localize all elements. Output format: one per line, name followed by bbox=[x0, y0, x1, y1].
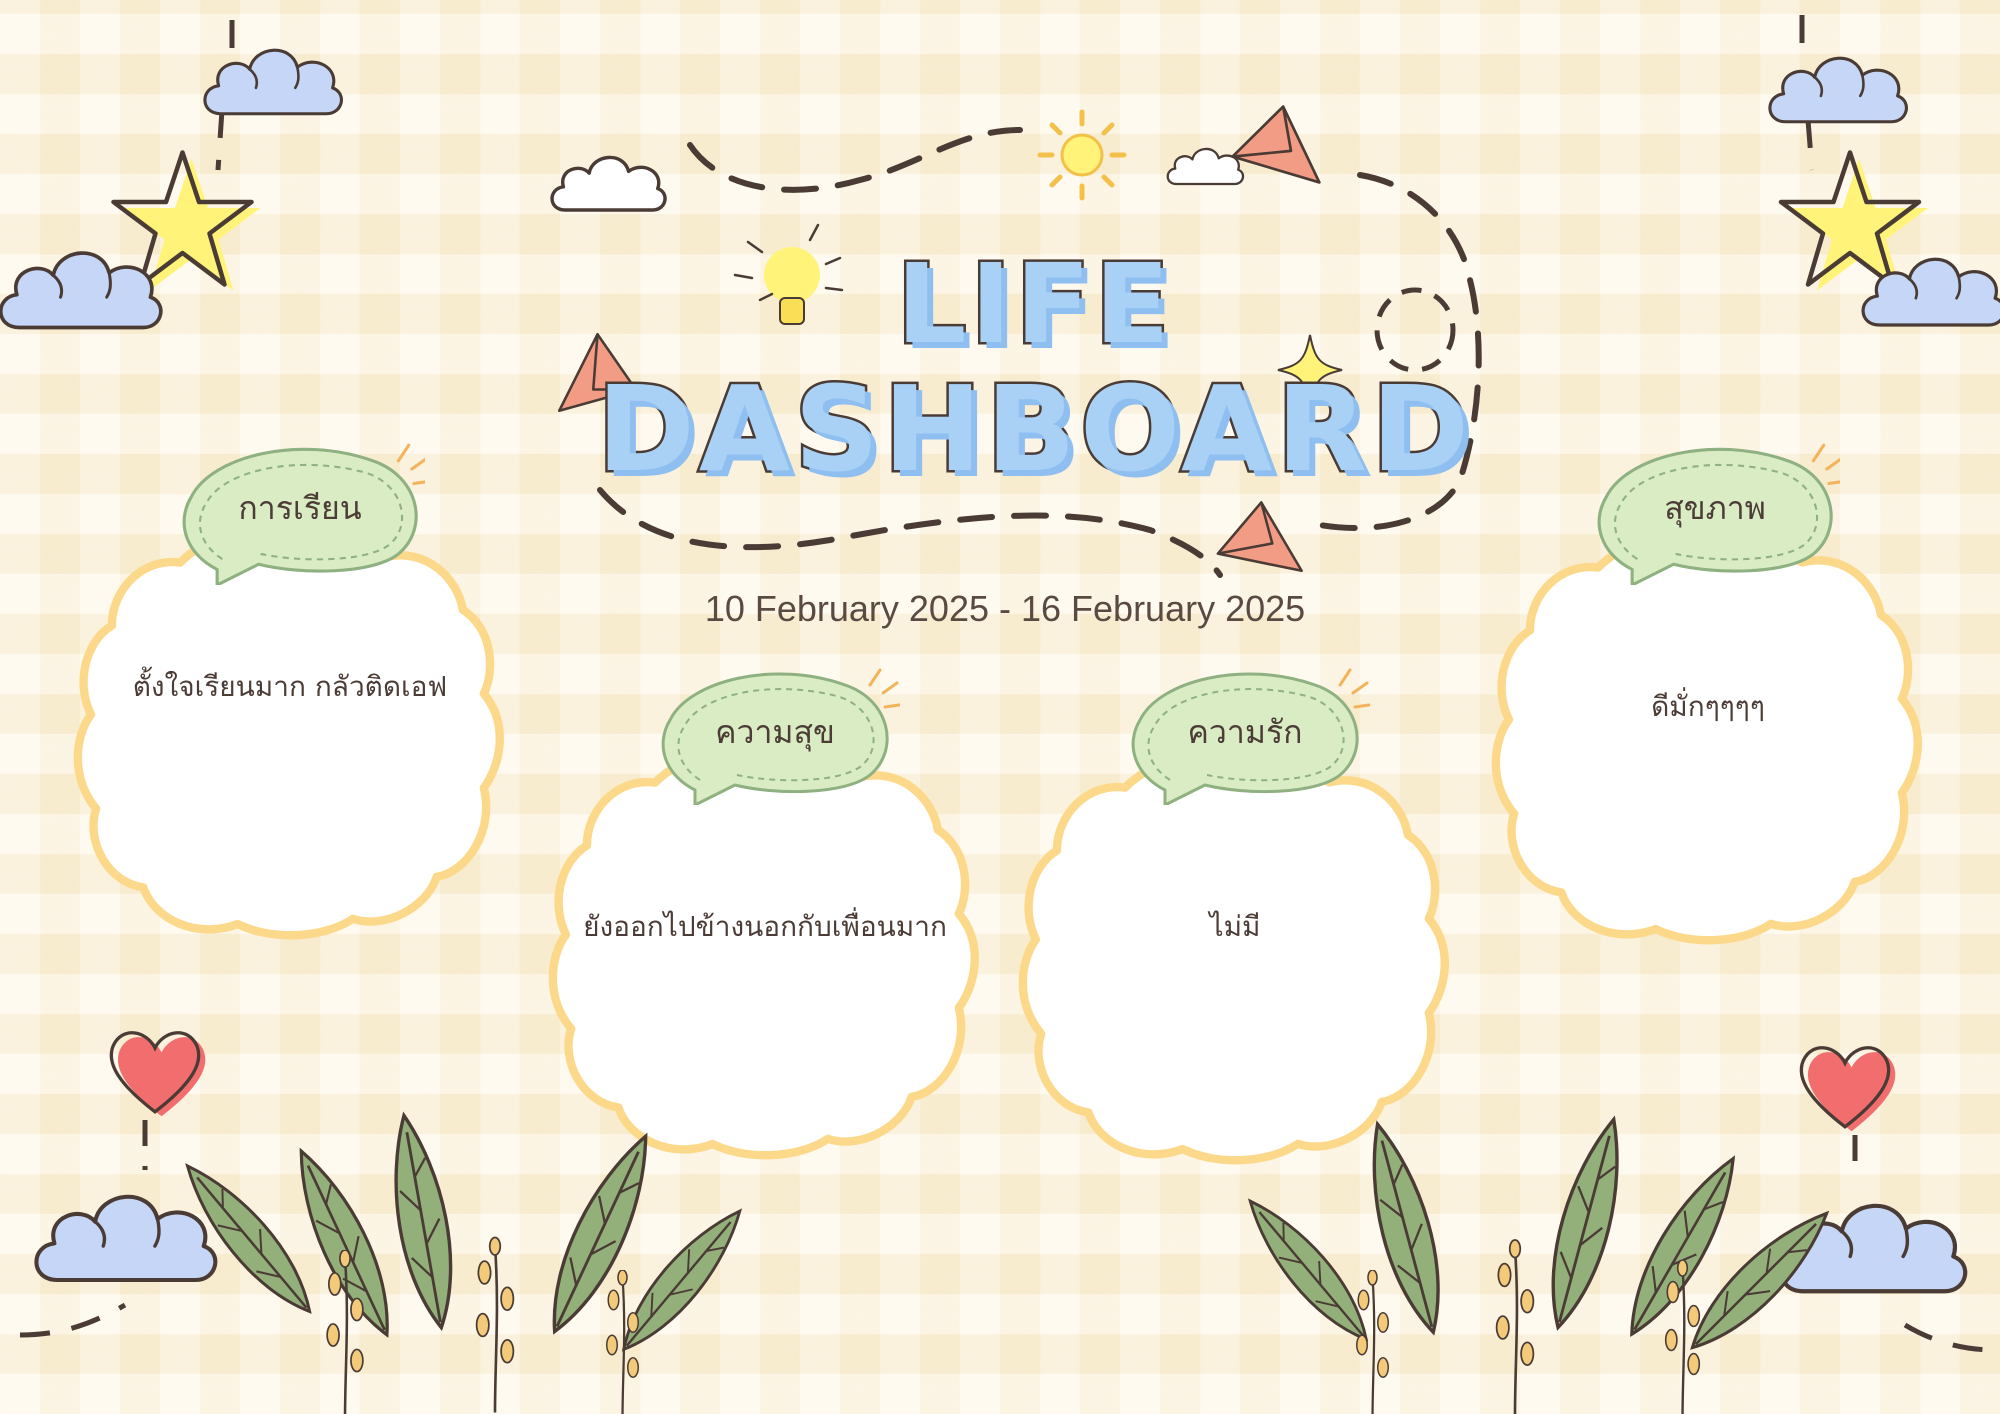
card-label-happiness: ความสุข bbox=[715, 713, 835, 751]
plants-left bbox=[170, 1109, 757, 1414]
sprig-icon bbox=[1355, 1270, 1390, 1414]
card-shape-love bbox=[1023, 750, 1445, 1160]
cloud-icon bbox=[203, 48, 344, 116]
leaf-icon bbox=[279, 1140, 409, 1346]
plants-right bbox=[1233, 1111, 1843, 1414]
leaf-icon bbox=[378, 1109, 467, 1334]
leaf-icon bbox=[1533, 1111, 1639, 1336]
leaf-icon bbox=[1233, 1186, 1383, 1354]
left-bottom-decor bbox=[19, 1031, 215, 1338]
card-label-health: สุขภาพ bbox=[1664, 489, 1766, 527]
cloud-icon bbox=[36, 1197, 215, 1280]
card-label-love: ความรัก bbox=[1187, 713, 1303, 751]
card-text-study[interactable]: ตั้งใจเรียนมาก กลัวติดเอฟ bbox=[90, 665, 490, 709]
card-label-study: การเรียน bbox=[238, 489, 362, 527]
cloud-icon bbox=[1165, 147, 1245, 186]
sprig-icon bbox=[1664, 1260, 1701, 1414]
date-range: 10 February 2025 - 16 February 2025 bbox=[704, 588, 1306, 629]
title-line-1: LIFE bbox=[894, 238, 1174, 371]
title-line-2: DASHBOARD bbox=[594, 358, 1474, 501]
heart-icon bbox=[109, 1031, 207, 1118]
card-text-happiness[interactable]: ยังออกไปข้างนอกกับเพื่อนมาก bbox=[555, 905, 975, 949]
cloud-icon bbox=[1768, 56, 1909, 124]
sun-icon bbox=[1037, 109, 1127, 201]
card-text-love[interactable]: ไม่มี bbox=[1035, 905, 1435, 949]
card-text-health[interactable]: ดีมั่กๆๆๆๆ bbox=[1508, 685, 1908, 729]
leaf-icon bbox=[1353, 1116, 1458, 1341]
sprig-icon bbox=[1495, 1238, 1535, 1414]
card-shape-happiness bbox=[553, 745, 975, 1155]
right-bottom-decor bbox=[1782, 1046, 1996, 1353]
card-shape-study bbox=[78, 525, 500, 935]
cloud-icon bbox=[552, 157, 665, 210]
heart-icon bbox=[1799, 1046, 1897, 1133]
sprig-icon bbox=[475, 1236, 515, 1414]
